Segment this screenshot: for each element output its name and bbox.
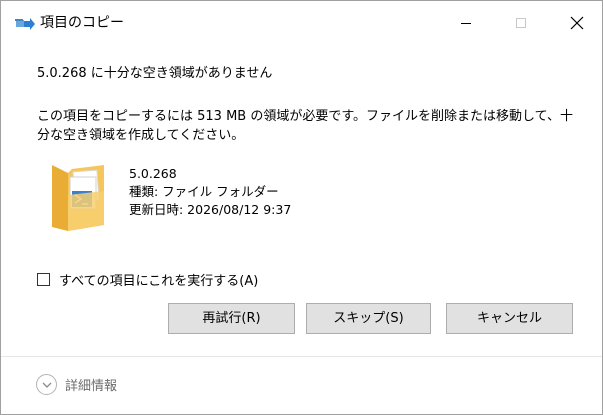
dialog-footer: 詳細情報 — [1, 356, 602, 414]
file-info: 5.0.268 種類: ファイル フォルダー 更新日時: 2026/08/12 … — [129, 165, 291, 219]
dialog-message: この項目をコピーするには 513 MB の領域が必要です。ファイルを削除または移… — [37, 109, 574, 143]
details-label: 詳細情報 — [65, 379, 118, 394]
window-title: 項目のコピー — [40, 15, 124, 31]
apply-all-checkbox-row[interactable]: すべての項目にこれを実行する(A) — [37, 270, 258, 289]
title-bar[interactable]: 項目のコピー — [1, 1, 602, 45]
dialog-headline: 5.0.268 に十分な空き領域がありません — [37, 66, 273, 81]
cancel-button[interactable]: キャンセル — [446, 303, 573, 334]
file-type: 種類: ファイル フォルダー — [129, 184, 279, 199]
file-name: 5.0.268 — [129, 166, 177, 181]
apply-all-label: すべての項目にこれを実行する(A) — [59, 274, 259, 289]
file-modified: 更新日時: 2026/08/12 9:37 — [129, 202, 292, 217]
skip-button[interactable]: スキップ(S) — [306, 303, 431, 334]
close-icon — [570, 16, 584, 30]
maximize-button[interactable] — [498, 1, 544, 45]
retry-button[interactable]: 再試行(R) — [168, 303, 295, 334]
close-button[interactable] — [554, 1, 600, 45]
chevron-down-icon — [36, 374, 57, 395]
minimize-icon — [460, 17, 472, 29]
folder-icon — [46, 155, 108, 233]
copy-arrow-icon — [15, 16, 35, 32]
maximize-icon — [515, 17, 527, 29]
copy-dialog-window: 項目のコピー 5.0.268 に十分な空き領域がありません この項目をコピーする… — [0, 0, 603, 415]
details-toggle[interactable]: 詳細情報 — [36, 374, 117, 395]
minimize-button[interactable] — [443, 1, 489, 45]
apply-all-checkbox[interactable] — [37, 273, 50, 286]
